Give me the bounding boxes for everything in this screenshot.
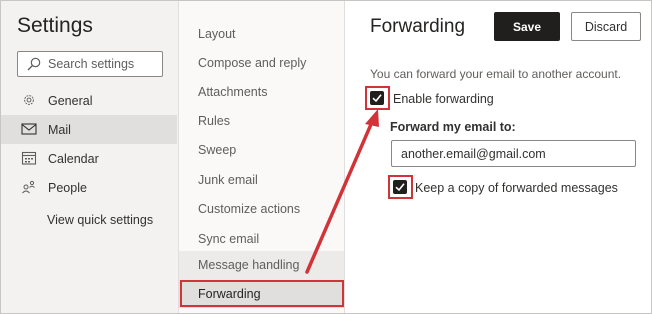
category-sweep[interactable]: Sweep [179, 136, 344, 165]
calendar-icon [21, 151, 37, 165]
category-label: Sync email [198, 232, 260, 246]
category-sync-email[interactable]: Sync email [179, 225, 344, 254]
people-icon [22, 180, 35, 194]
discard-button[interactable]: Discard [571, 12, 641, 41]
category-rules[interactable]: Rules [179, 107, 344, 136]
save-button[interactable]: Save [494, 12, 560, 41]
nav-item-mail[interactable]: Mail [1, 115, 177, 144]
category-label: Junk email [198, 173, 258, 187]
nav-item-general[interactable]: General [1, 86, 177, 115]
category-label: Message handling [198, 258, 300, 272]
category-customize-actions[interactable]: Customize actions [179, 195, 344, 224]
enable-forwarding-highlight-box [365, 86, 390, 110]
category-label: Layout [198, 27, 236, 41]
category-junk-email[interactable]: Junk email [179, 166, 344, 195]
nav-item-people[interactable]: People [1, 173, 177, 202]
nav-label-people: People [48, 181, 87, 195]
category-label: Customize actions [198, 202, 301, 216]
category-label: Sweep [198, 143, 237, 157]
search-icon [27, 57, 41, 71]
category-attachments[interactable]: Attachments [179, 78, 344, 107]
nav-label-mail: Mail [48, 123, 71, 137]
keep-copy-label[interactable]: Keep a copy of forwarded messages [415, 181, 618, 195]
settings-title: Settings [17, 14, 93, 37]
keep-copy-highlight-box [388, 175, 413, 199]
category-label: Attachments [198, 85, 268, 99]
search-placeholder: Search settings [48, 57, 135, 71]
category-layout[interactable]: Layout [179, 20, 344, 49]
nav-label-general: General [48, 94, 93, 108]
category-label: Compose and reply [198, 56, 307, 70]
mail-icon [21, 123, 37, 135]
nav-item-calendar[interactable]: Calendar [1, 144, 177, 173]
forward-email-field[interactable] [391, 140, 636, 167]
enable-forwarding-label[interactable]: Enable forwarding [393, 92, 494, 106]
view-quick-settings-link[interactable]: View quick settings [47, 213, 153, 227]
forwarding-title: Forwarding [370, 16, 466, 37]
nav-label-calendar: Calendar [48, 152, 99, 166]
forward-to-label: Forward my email to: [390, 120, 516, 134]
category-compose-and-reply[interactable]: Compose and reply [179, 49, 344, 78]
gear-icon [24, 95, 34, 105]
forwarding-highlight-box [180, 280, 344, 307]
category-message-handling[interactable]: Message handling [179, 251, 344, 280]
forwarding-description: You can forward your email to another ac… [370, 67, 622, 81]
search-settings-input[interactable]: Search settings [17, 51, 163, 77]
category-label: Rules [198, 114, 230, 128]
